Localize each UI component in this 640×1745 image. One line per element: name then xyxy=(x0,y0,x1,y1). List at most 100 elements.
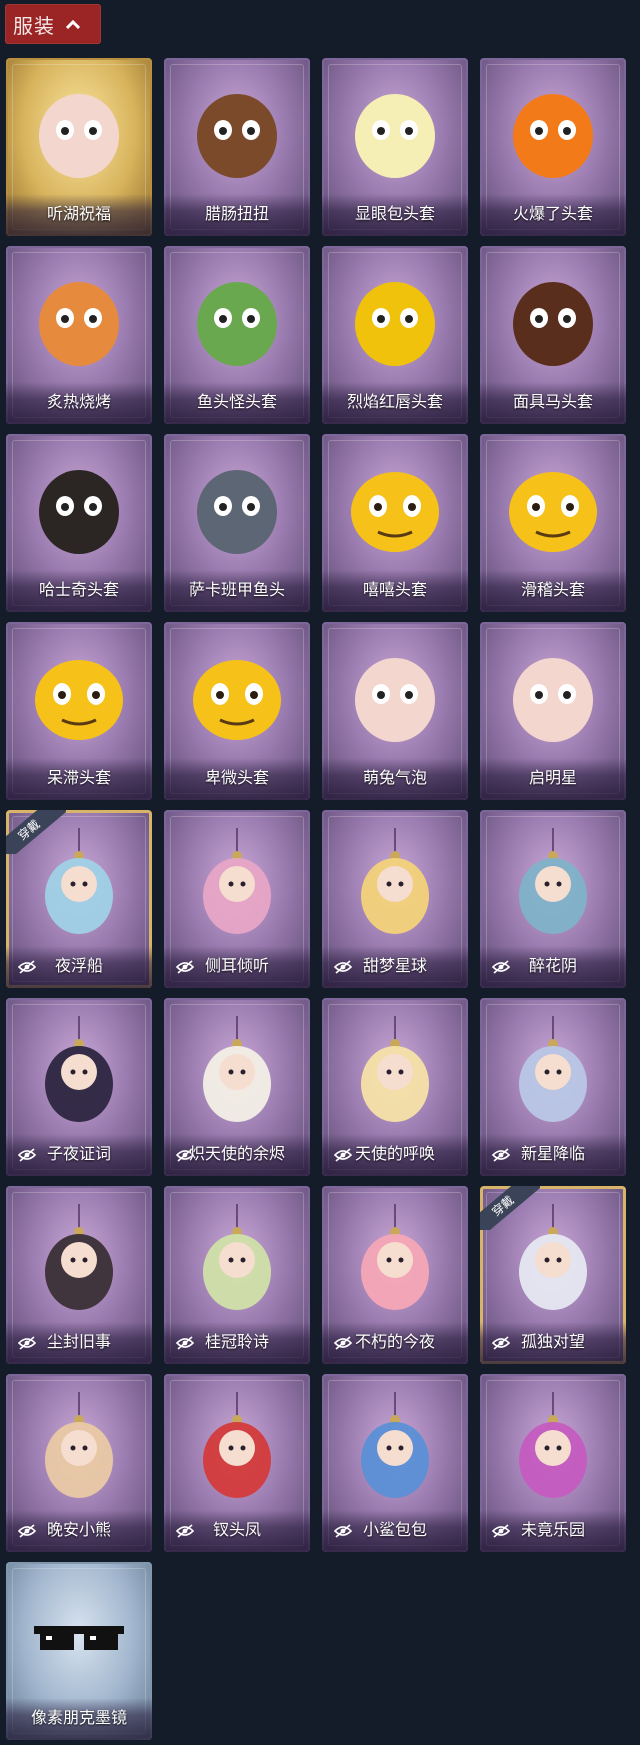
bald-doll-bubbles-icon xyxy=(355,658,435,742)
pixel-sunglasses-icon xyxy=(34,1626,124,1650)
grill-meat-head-icon xyxy=(39,282,119,366)
card-name: 炙热烧烤 xyxy=(46,392,111,411)
card-name: 新星降临 xyxy=(520,1144,585,1163)
outfit-card[interactable]: 炽天使的余烬 xyxy=(164,998,310,1176)
card-name: 鱼头怪头套 xyxy=(196,392,277,411)
outfit-toggle-button[interactable]: 服装 xyxy=(5,4,101,44)
card-name: 启明星 xyxy=(528,768,577,787)
outfit-grid: 听湖祝福 腊肠扭扭 显眼包头套 火爆了头套炙热烧烤 鱼头怪头套 烈焰红唇头套 面具马头套哈士… xyxy=(6,58,626,1740)
outfit-card[interactable]: 显眼包头套 xyxy=(322,58,468,236)
card-name: 烈焰红唇头套 xyxy=(346,392,443,411)
card-name: 孤独对望 xyxy=(520,1332,585,1351)
outfit-card[interactable]: 哈士奇头套 xyxy=(6,434,152,612)
moon-fox-charm-icon xyxy=(361,828,429,934)
outfit-card[interactable]: 滑稽头套 xyxy=(480,434,626,612)
worn-badge: 穿戴 xyxy=(6,810,66,854)
outfit-card[interactable]: 启明星 xyxy=(480,622,626,800)
card-name: 侧耳倾听 xyxy=(204,956,269,975)
outfit-card[interactable]: 侧耳倾听 xyxy=(164,810,310,988)
card-name: 火爆了头套 xyxy=(512,204,593,223)
worn-badge: 穿戴 xyxy=(480,1186,540,1230)
sundae-fox-charm-icon xyxy=(361,1204,429,1310)
fire-head-icon xyxy=(513,94,593,178)
card-name: 子夜证词 xyxy=(46,1144,111,1163)
card-name: 听湖祝福 xyxy=(46,204,111,223)
bear-charm-icon xyxy=(45,1392,113,1498)
card-name: 尘封旧事 xyxy=(46,1332,111,1351)
outfit-card[interactable]: 呆滞头套 xyxy=(6,622,152,800)
laurel-doll-charm-icon xyxy=(203,1204,271,1310)
horse-mask-icon xyxy=(513,282,593,366)
bald-doll-wings-icon xyxy=(39,94,119,178)
card-name: 桂冠聆诗 xyxy=(204,1332,269,1351)
card-name: 萌兔气泡 xyxy=(362,768,427,787)
outfit-card[interactable]: 醉花阴 xyxy=(480,810,626,988)
outfit-card[interactable]: 火爆了头套 xyxy=(480,58,626,236)
outfit-card[interactable]: 子夜证词 xyxy=(6,998,152,1176)
fish-head-mask-icon xyxy=(197,282,277,366)
gentleman-doll-charm-icon xyxy=(45,1204,113,1310)
card-name: 天使的呼唤 xyxy=(354,1144,435,1163)
lotus-wreath-charm-icon xyxy=(203,828,271,934)
outfit-card[interactable]: 卑微头套 xyxy=(164,622,310,800)
outfit-card[interactable]: 炙热烧烤 xyxy=(6,246,152,424)
outfit-card[interactable]: 晚安小熊 xyxy=(6,1374,152,1552)
pleading-emoji-icon xyxy=(193,660,281,740)
outfit-card[interactable]: 听湖祝福 xyxy=(6,58,152,236)
shark-bag-charm-icon xyxy=(361,1392,429,1498)
outfit-card[interactable]: 萨卡班甲鱼头 xyxy=(164,434,310,612)
outfit-card[interactable]: 腊肠扭扭 xyxy=(164,58,310,236)
outfit-card[interactable]: 夜浮船 穿戴 xyxy=(6,810,152,988)
card-name: 面具马头套 xyxy=(512,392,593,411)
outfit-card[interactable]: 钗头凤 xyxy=(164,1374,310,1552)
outfit-card[interactable]: 桂冠聆诗 xyxy=(164,1186,310,1364)
outfit-card[interactable]: 像素朋克墨镜 xyxy=(6,1562,152,1740)
card-name: 像素朋克墨镜 xyxy=(30,1708,127,1727)
card-name: 小鲨包包 xyxy=(362,1520,427,1539)
outfit-card[interactable]: 新星降临 xyxy=(480,998,626,1176)
card-name: 显眼包头套 xyxy=(354,204,435,223)
star-doll-charm-icon xyxy=(519,1016,587,1122)
outfit-card[interactable]: 烈焰红唇头套 xyxy=(322,246,468,424)
outfit-card[interactable]: 孤独对望 穿戴 xyxy=(480,1186,626,1364)
dachshund-head-icon xyxy=(197,94,277,178)
card-name: 萨卡班甲鱼头 xyxy=(188,580,285,599)
chevron-up-icon xyxy=(63,14,83,34)
outfit-card[interactable]: 未竟乐园 xyxy=(480,1374,626,1552)
cherub-doll-charm-icon xyxy=(361,1016,429,1122)
outfit-card[interactable]: 不朽的今夜 xyxy=(322,1186,468,1364)
card-name: 呆滞头套 xyxy=(46,768,111,787)
flushed-emoji-icon xyxy=(35,660,123,740)
card-name: 夜浮船 xyxy=(54,956,103,975)
outfit-card[interactable]: 尘封旧事 xyxy=(6,1186,152,1364)
outfit-card[interactable]: 天使的呼唤 xyxy=(322,998,468,1176)
card-name: 卑微头套 xyxy=(204,768,269,787)
lightbulb-head-icon xyxy=(355,94,435,178)
outfit-card[interactable]: 小鲨包包 xyxy=(322,1374,468,1552)
flower-lantern-charm-icon xyxy=(519,828,587,934)
outfit-card[interactable]: 鱼头怪头套 xyxy=(164,246,310,424)
card-name: 未竟乐园 xyxy=(520,1520,585,1539)
bald-doll-star-icon xyxy=(513,658,593,742)
card-name: 晚安小熊 xyxy=(46,1520,111,1539)
clown-doll-charm-icon xyxy=(519,1392,587,1498)
outfit-card[interactable]: 面具马头套 xyxy=(480,246,626,424)
card-name: 钗头凤 xyxy=(212,1520,261,1539)
worn-badge-label: 穿戴 xyxy=(6,810,66,854)
card-name: 哈士奇头套 xyxy=(38,580,119,599)
outfit-card[interactable]: 嘻嘻头套 xyxy=(322,434,468,612)
sacabambaspis-head-icon xyxy=(197,470,277,554)
card-name: 炽天使的余烬 xyxy=(188,1144,285,1163)
yellow-mouse-mask-icon xyxy=(355,282,435,366)
husky-head-icon xyxy=(39,470,119,554)
plague-doctor-charm-icon xyxy=(45,1016,113,1122)
phoenix-crown-doll-charm-icon xyxy=(203,1392,271,1498)
outfit-card[interactable]: 萌兔气泡 xyxy=(322,622,468,800)
card-name: 不朽的今夜 xyxy=(354,1332,435,1351)
smirk-emoji-icon xyxy=(509,472,597,552)
grin-emoji-icon xyxy=(351,472,439,552)
card-name: 滑稽头套 xyxy=(520,580,585,599)
outfit-card[interactable]: 甜梦星球 xyxy=(322,810,468,988)
card-name: 甜梦星球 xyxy=(362,956,427,975)
card-name: 嘻嘻头套 xyxy=(362,580,427,599)
